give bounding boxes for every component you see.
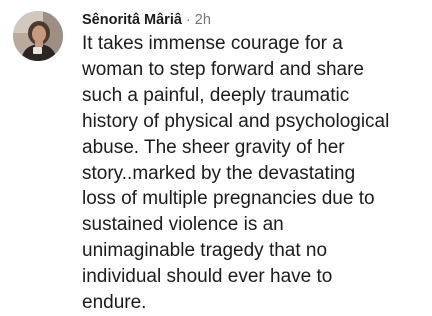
comment: Sênoritâ Mâriâ · 2h It takes immense cou… [0,0,432,313]
comment-line: It takes immense courage for a [82,33,343,54]
comment-line: endure. [82,292,147,314]
comment-text: It takes immense courage for a woman to … [82,31,422,316]
avatar-photo-icon [13,11,63,61]
comment-line: loss of multiple pregnancies due to [82,188,375,210]
comment-line: story..marked by the devastating [82,162,356,184]
comment-line: abuse. The sheer gravity of her [82,136,345,158]
comment-line: unimaginable tragedy that no [82,240,328,262]
comment-line: sustained violence is an [82,214,284,236]
comment-line: woman to step forward and share [82,58,364,80]
timestamp[interactable]: 2h [195,12,211,28]
author-name[interactable]: Sênoritâ Mâriâ [82,12,182,28]
comment-line: such a painful, deeply traumatic [82,84,350,106]
comment-line: history of physical and psychological [82,110,390,132]
comment-header: Sênoritâ Mâriâ · 2h [82,10,211,30]
comment-line: individual should ever have to [82,266,333,288]
meta-separator: · [185,12,191,28]
avatar[interactable] [13,11,63,61]
